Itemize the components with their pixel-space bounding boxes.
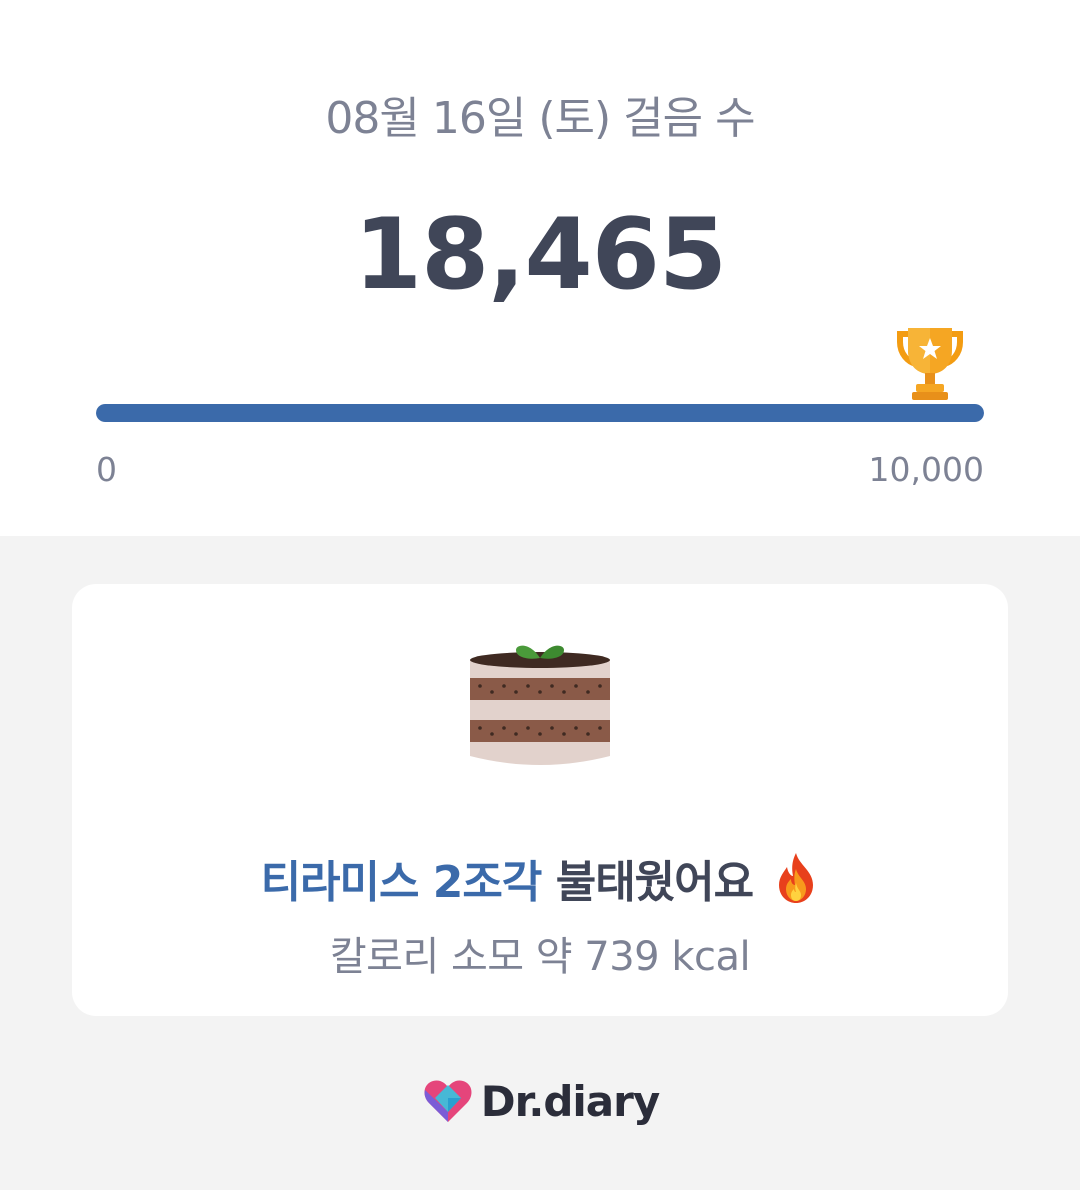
brand-name: Dr.diary <box>480 1076 660 1126</box>
heart-logo-icon <box>424 1080 472 1122</box>
step-summary-section: 08월 16일 (토) 걸음 수 18,465 0 10,000 <box>0 0 1080 536</box>
burned-food-headline: 티라미스 2조각 불태웠어요 <box>72 846 1008 910</box>
trophy-icon <box>897 328 963 400</box>
progress-min-label: 0 <box>96 450 117 489</box>
step-progress-fill <box>96 404 984 422</box>
burned-food-highlight: 티라미스 2조각 <box>260 857 543 908</box>
calorie-reward-card: 티라미스 2조각 불태웠어요 칼로리 소모 약 739 kcal <box>72 584 1008 1016</box>
calorie-burned-text: 칼로리 소모 약 739 kcal <box>329 934 751 980</box>
brand-footer: Dr.diary <box>0 1074 1080 1128</box>
step-count: 18,465 <box>353 198 727 312</box>
burned-food-suffix: 불태웠어요 <box>541 857 768 908</box>
progress-goal-label: 10,000 <box>868 450 984 489</box>
tiramisu-cake-icon <box>470 645 610 765</box>
fire-icon <box>779 853 814 903</box>
date-title: 08월 16일 (토) 걸음 수 <box>325 93 755 144</box>
step-progress-bar <box>96 404 984 422</box>
